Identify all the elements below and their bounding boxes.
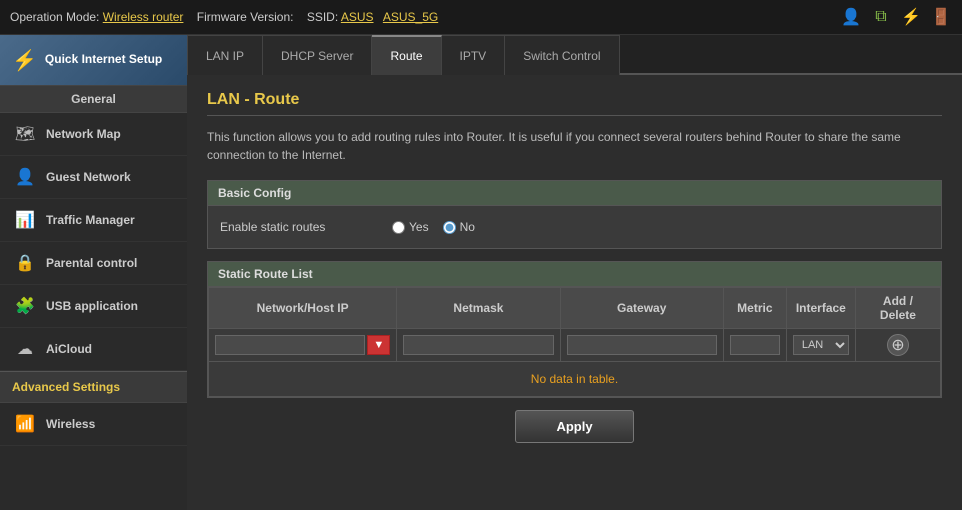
metric-input[interactable] bbox=[730, 335, 780, 355]
apply-row: Apply bbox=[207, 410, 942, 443]
table-input-row: ▼ bbox=[209, 329, 941, 362]
top-bar: Operation Mode: Wireless router Firmware… bbox=[0, 0, 962, 35]
aicloud-icon: ☁ bbox=[14, 338, 36, 360]
netmask-cell bbox=[397, 329, 560, 362]
no-data-cell: No data in table. bbox=[209, 362, 941, 397]
traffic-manager-icon: 📊 bbox=[14, 209, 36, 231]
col-interface: Interface bbox=[786, 288, 855, 329]
user-icon[interactable]: 👤 bbox=[840, 6, 862, 28]
ssid-5g-value[interactable]: ASUS_5G bbox=[383, 10, 438, 24]
quick-setup-label: Quick Internet Setup bbox=[45, 52, 162, 68]
netmask-input[interactable] bbox=[403, 335, 553, 355]
page-description: This function allows you to add routing … bbox=[207, 128, 942, 164]
traffic-manager-label: Traffic Manager bbox=[46, 213, 135, 227]
sidebar-item-aicloud[interactable]: ☁ AiCloud bbox=[0, 328, 187, 371]
apply-button[interactable]: Apply bbox=[515, 410, 633, 443]
ssid-label: SSID: bbox=[307, 10, 338, 24]
guest-network-label: Guest Network bbox=[46, 170, 131, 184]
yes-radio-label[interactable]: Yes bbox=[392, 220, 429, 234]
sidebar-item-wireless[interactable]: 📶 Wireless bbox=[0, 403, 187, 446]
usb-app-icon: 🧩 bbox=[14, 295, 36, 317]
sidebar-item-network-map[interactable]: 🗺 Network Map bbox=[0, 113, 187, 156]
page-title: LAN - Route bbox=[207, 91, 942, 116]
usb-app-label: USB application bbox=[46, 299, 138, 313]
parental-control-label: Parental control bbox=[46, 256, 137, 270]
network-host-ip-dropdown[interactable]: ▼ bbox=[367, 335, 390, 355]
aicloud-label: AiCloud bbox=[46, 342, 92, 356]
wireless-icon: 📶 bbox=[14, 413, 36, 435]
tab-lan-ip[interactable]: LAN IP bbox=[187, 35, 263, 75]
advanced-settings-label: Advanced Settings bbox=[0, 371, 187, 403]
usb-icon[interactable]: ⚡ bbox=[900, 6, 922, 28]
col-metric: Metric bbox=[723, 288, 786, 329]
static-route-list-section: Static Route List Network/Host IP Netmas… bbox=[207, 261, 942, 398]
network-map-label: Network Map bbox=[46, 127, 121, 141]
ssid-value[interactable]: ASUS bbox=[341, 10, 374, 24]
basic-config-header: Basic Config bbox=[208, 181, 941, 206]
col-netmask: Netmask bbox=[397, 288, 560, 329]
add-route-button[interactable]: ⊕ bbox=[887, 334, 909, 356]
interface-cell: LAN WAN bbox=[786, 329, 855, 362]
tab-iptv[interactable]: IPTV bbox=[442, 35, 506, 75]
basic-config-body: Enable static routes Yes No bbox=[208, 206, 941, 248]
sidebar-item-guest-network[interactable]: 👤 Guest Network bbox=[0, 156, 187, 199]
interface-select[interactable]: LAN WAN bbox=[793, 335, 849, 355]
col-add-delete: Add / Delete bbox=[855, 288, 940, 329]
enable-static-routes-row: Enable static routes Yes No bbox=[220, 216, 929, 238]
tab-dhcp-server[interactable]: DHCP Server bbox=[263, 35, 372, 75]
gateway-cell bbox=[560, 329, 723, 362]
content-area: LAN IP DHCP Server Route IPTV Switch Con… bbox=[187, 35, 962, 510]
route-table: Network/Host IP Netmask Gateway Metric I… bbox=[208, 287, 941, 397]
add-delete-cell: ⊕ bbox=[855, 329, 940, 362]
logout-icon[interactable]: 🚪 bbox=[930, 6, 952, 28]
network-host-ip-input[interactable] bbox=[215, 335, 365, 355]
metric-cell bbox=[723, 329, 786, 362]
parental-control-icon: 🔒 bbox=[14, 252, 36, 274]
top-bar-info: Operation Mode: Wireless router Firmware… bbox=[10, 10, 840, 24]
tab-route[interactable]: Route bbox=[372, 35, 441, 75]
wireless-label: Wireless bbox=[46, 417, 95, 431]
general-section-label: General bbox=[0, 85, 187, 113]
sidebar-item-parental-control[interactable]: 🔒 Parental control bbox=[0, 242, 187, 285]
sidebar-item-usb-application[interactable]: 🧩 USB application bbox=[0, 285, 187, 328]
yes-radio[interactable] bbox=[392, 221, 405, 234]
quick-setup-icon: ⚡ bbox=[12, 48, 37, 73]
col-network-host-ip: Network/Host IP bbox=[209, 288, 397, 329]
main-layout: ⚡ Quick Internet Setup General 🗺 Network… bbox=[0, 35, 962, 510]
sidebar-item-traffic-manager[interactable]: 📊 Traffic Manager bbox=[0, 199, 187, 242]
basic-config-section: Basic Config Enable static routes Yes No bbox=[207, 180, 942, 249]
no-data-row: No data in table. bbox=[209, 362, 941, 397]
top-bar-icons: 👤 ⧉ ⚡ 🚪 bbox=[840, 6, 952, 28]
guest-network-icon: 👤 bbox=[14, 166, 36, 188]
operation-mode-label: Operation Mode: bbox=[10, 10, 99, 24]
static-routes-radio-group: Yes No bbox=[392, 220, 475, 234]
firmware-label: Firmware Version: bbox=[197, 10, 294, 24]
network-map-icon: 🗺 bbox=[14, 123, 36, 145]
tab-switch-control[interactable]: Switch Control bbox=[505, 35, 619, 75]
static-route-list-header: Static Route List bbox=[208, 262, 941, 287]
col-gateway: Gateway bbox=[560, 288, 723, 329]
network-host-ip-cell: ▼ bbox=[209, 329, 397, 362]
tab-bar: LAN IP DHCP Server Route IPTV Switch Con… bbox=[187, 35, 962, 75]
enable-static-routes-label: Enable static routes bbox=[220, 220, 380, 234]
interface-select-wrapper: LAN WAN bbox=[793, 335, 849, 355]
no-radio-label[interactable]: No bbox=[443, 220, 475, 234]
copy-icon[interactable]: ⧉ bbox=[870, 6, 892, 28]
gateway-input[interactable] bbox=[567, 335, 717, 355]
operation-mode-value[interactable]: Wireless router bbox=[103, 10, 184, 24]
no-radio[interactable] bbox=[443, 221, 456, 234]
sidebar: ⚡ Quick Internet Setup General 🗺 Network… bbox=[0, 35, 187, 510]
page-content: LAN - Route This function allows you to … bbox=[187, 75, 962, 510]
quick-setup-button[interactable]: ⚡ Quick Internet Setup bbox=[0, 35, 187, 85]
